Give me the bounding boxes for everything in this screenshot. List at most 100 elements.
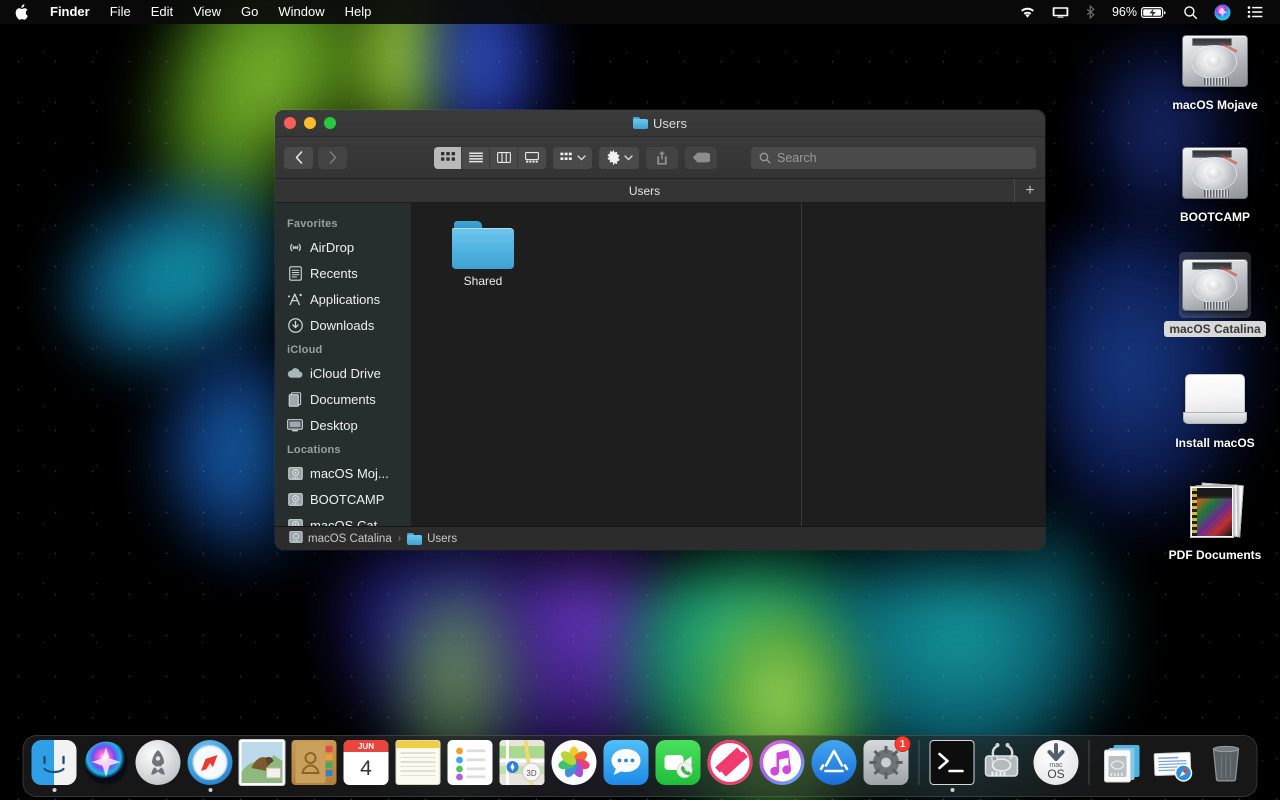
close-button[interactable]: [284, 117, 296, 129]
finder-sidebar[interactable]: Favorites AirDrop Recents Applications D…: [275, 203, 412, 526]
dock-item-mail[interactable]: [238, 737, 287, 792]
menu-item-file[interactable]: File: [100, 0, 141, 24]
window-titlebar[interactable]: Users: [275, 110, 1045, 137]
running-indicator: [1002, 788, 1006, 792]
tag-icon: [692, 152, 710, 163]
svg-text:OS: OS: [1047, 767, 1064, 781]
new-tab-button[interactable]: +: [1015, 179, 1045, 202]
dock-item-messages[interactable]: [602, 737, 651, 792]
dock-item-itunes[interactable]: [758, 737, 807, 792]
desktop-icon-bootcamp[interactable]: BOOTCAMP: [1160, 140, 1270, 225]
dock-item-reminders[interactable]: [446, 737, 495, 792]
chevron-down-icon: [624, 154, 633, 161]
sidebar-item-macos-mojave[interactable]: macOS Moj...: [275, 460, 411, 486]
list-view-button[interactable]: [462, 146, 490, 169]
file-content-area[interactable]: Shared: [412, 203, 1045, 526]
column-view-button[interactable]: [490, 146, 518, 169]
view-mode-segmented-control[interactable]: [434, 146, 546, 169]
back-button[interactable]: [284, 146, 313, 169]
sidebar-item-desktop[interactable]: Desktop: [275, 412, 411, 438]
minimize-button[interactable]: [304, 117, 316, 129]
running-indicator: [1120, 788, 1124, 792]
dock-item-launchpad[interactable]: [134, 737, 183, 792]
tab-bar[interactable]: Users +: [275, 179, 1045, 203]
dock-item-finder[interactable]: [30, 737, 79, 792]
dock-item-disk-utility[interactable]: [980, 737, 1029, 792]
sidebar-item-downloads[interactable]: Downloads: [275, 312, 411, 338]
group-by-dropdown[interactable]: [553, 146, 592, 169]
dock-item-safari[interactable]: [186, 737, 235, 792]
bluetooth-icon[interactable]: [1077, 0, 1104, 24]
sidebar-item-macos-catalina[interactable]: macOS Cat...: [275, 512, 411, 526]
desktop-icon-install-macos[interactable]: Install macOS: [1160, 366, 1270, 451]
dock-item-calendar[interactable]: JUN 4: [342, 737, 391, 792]
folder-icon: [633, 117, 649, 129]
sidebar-item-documents[interactable]: Documents: [275, 386, 411, 412]
window-toolbar[interactable]: Search: [275, 137, 1045, 179]
menu-item-finder[interactable]: Finder: [40, 0, 100, 24]
sidebar-item-recents[interactable]: Recents: [275, 260, 411, 286]
apple-logo-icon[interactable]: [0, 4, 40, 20]
path-segment-macos-catalina[interactable]: macOS Catalina: [289, 531, 392, 546]
dock-item-install-macos[interactable]: mac OS: [1032, 737, 1081, 792]
menu-item-go[interactable]: Go: [231, 0, 268, 24]
dock-item-notes[interactable]: [394, 737, 443, 792]
dock[interactable]: JUN 4 3D 1 mac OS: [22, 735, 1258, 797]
dock-item-photos[interactable]: [550, 737, 599, 792]
dock-item-contacts[interactable]: [290, 737, 339, 792]
icon-view-button[interactable]: [434, 146, 462, 169]
tags-button[interactable]: [685, 146, 717, 169]
dock-item-app-store[interactable]: [810, 737, 859, 792]
running-indicator: [1054, 788, 1058, 792]
action-gear-dropdown[interactable]: [599, 146, 639, 169]
dock-item-maps[interactable]: 3D: [498, 737, 547, 792]
battery-charging-icon: [1141, 6, 1166, 18]
file-item-shared[interactable]: Shared: [436, 221, 530, 288]
menu-item-edit[interactable]: Edit: [141, 0, 183, 24]
path-segment-users[interactable]: Users: [407, 532, 457, 545]
desktop-icon-label: macOS Mojave: [1172, 98, 1258, 112]
sidebar-item-airdrop[interactable]: AirDrop: [275, 234, 411, 260]
search-field[interactable]: Search: [751, 146, 1036, 169]
search-icon: [759, 152, 771, 164]
running-indicator: [208, 788, 212, 792]
dock-item-news[interactable]: [706, 737, 755, 792]
siri-icon[interactable]: [1206, 0, 1239, 24]
zoom-button[interactable]: [324, 117, 336, 129]
dock-item-trash[interactable]: [1202, 737, 1251, 792]
menu-item-window[interactable]: Window: [268, 0, 334, 24]
tab-users[interactable]: Users: [275, 179, 1015, 202]
running-indicator: [364, 788, 368, 792]
finder-window[interactable]: Users Search Users + Favorites AirDrop R…: [275, 110, 1045, 550]
battery-status[interactable]: 96%: [1104, 0, 1175, 24]
search-placeholder: Search: [777, 150, 817, 165]
dock-separator: [1088, 740, 1090, 785]
sidebar-item-bootcamp[interactable]: BOOTCAMP: [275, 486, 411, 512]
menu-item-view[interactable]: View: [183, 0, 231, 24]
sidebar-item-applications[interactable]: Applications: [275, 286, 411, 312]
sidebar-item-icloud-drive[interactable]: iCloud Drive: [275, 360, 411, 386]
menu-bar: Finder File Edit View Go Window Help 96%: [0, 0, 1280, 24]
forward-button[interactable]: [318, 146, 347, 169]
dock-item-documents-stack[interactable]: [1150, 737, 1199, 792]
menu-bar-left: Finder File Edit View Go Window Help: [0, 0, 381, 24]
share-button[interactable]: [646, 146, 678, 169]
svg-text:3D: 3D: [526, 769, 536, 778]
dock-item-terminal[interactable]: [928, 737, 977, 792]
folder-icon: [452, 221, 514, 269]
menu-item-help[interactable]: Help: [335, 0, 382, 24]
news-icon: [707, 740, 753, 785]
dock-item-siri[interactable]: [82, 737, 131, 792]
wifi-icon[interactable]: [1011, 0, 1044, 24]
spotlight-search-icon[interactable]: [1175, 0, 1206, 24]
path-bar[interactable]: macOS Catalina › Users: [275, 526, 1045, 550]
desktop-icon-pdf-documents[interactable]: PDF Documents: [1160, 478, 1270, 563]
gallery-view-button[interactable]: [518, 147, 546, 169]
screen-mirroring-icon[interactable]: [1044, 0, 1077, 24]
control-center-icon[interactable]: [1239, 0, 1272, 24]
desktop-icon-macos-mojave[interactable]: macOS Mojave: [1160, 28, 1270, 113]
dock-item-downloads-stack[interactable]: [1098, 737, 1147, 792]
dock-item-facetime[interactable]: [654, 737, 703, 792]
desktop-icon-macos-catalina[interactable]: macOS Catalina: [1160, 252, 1270, 337]
dock-item-system-preferences[interactable]: 1: [862, 736, 911, 792]
